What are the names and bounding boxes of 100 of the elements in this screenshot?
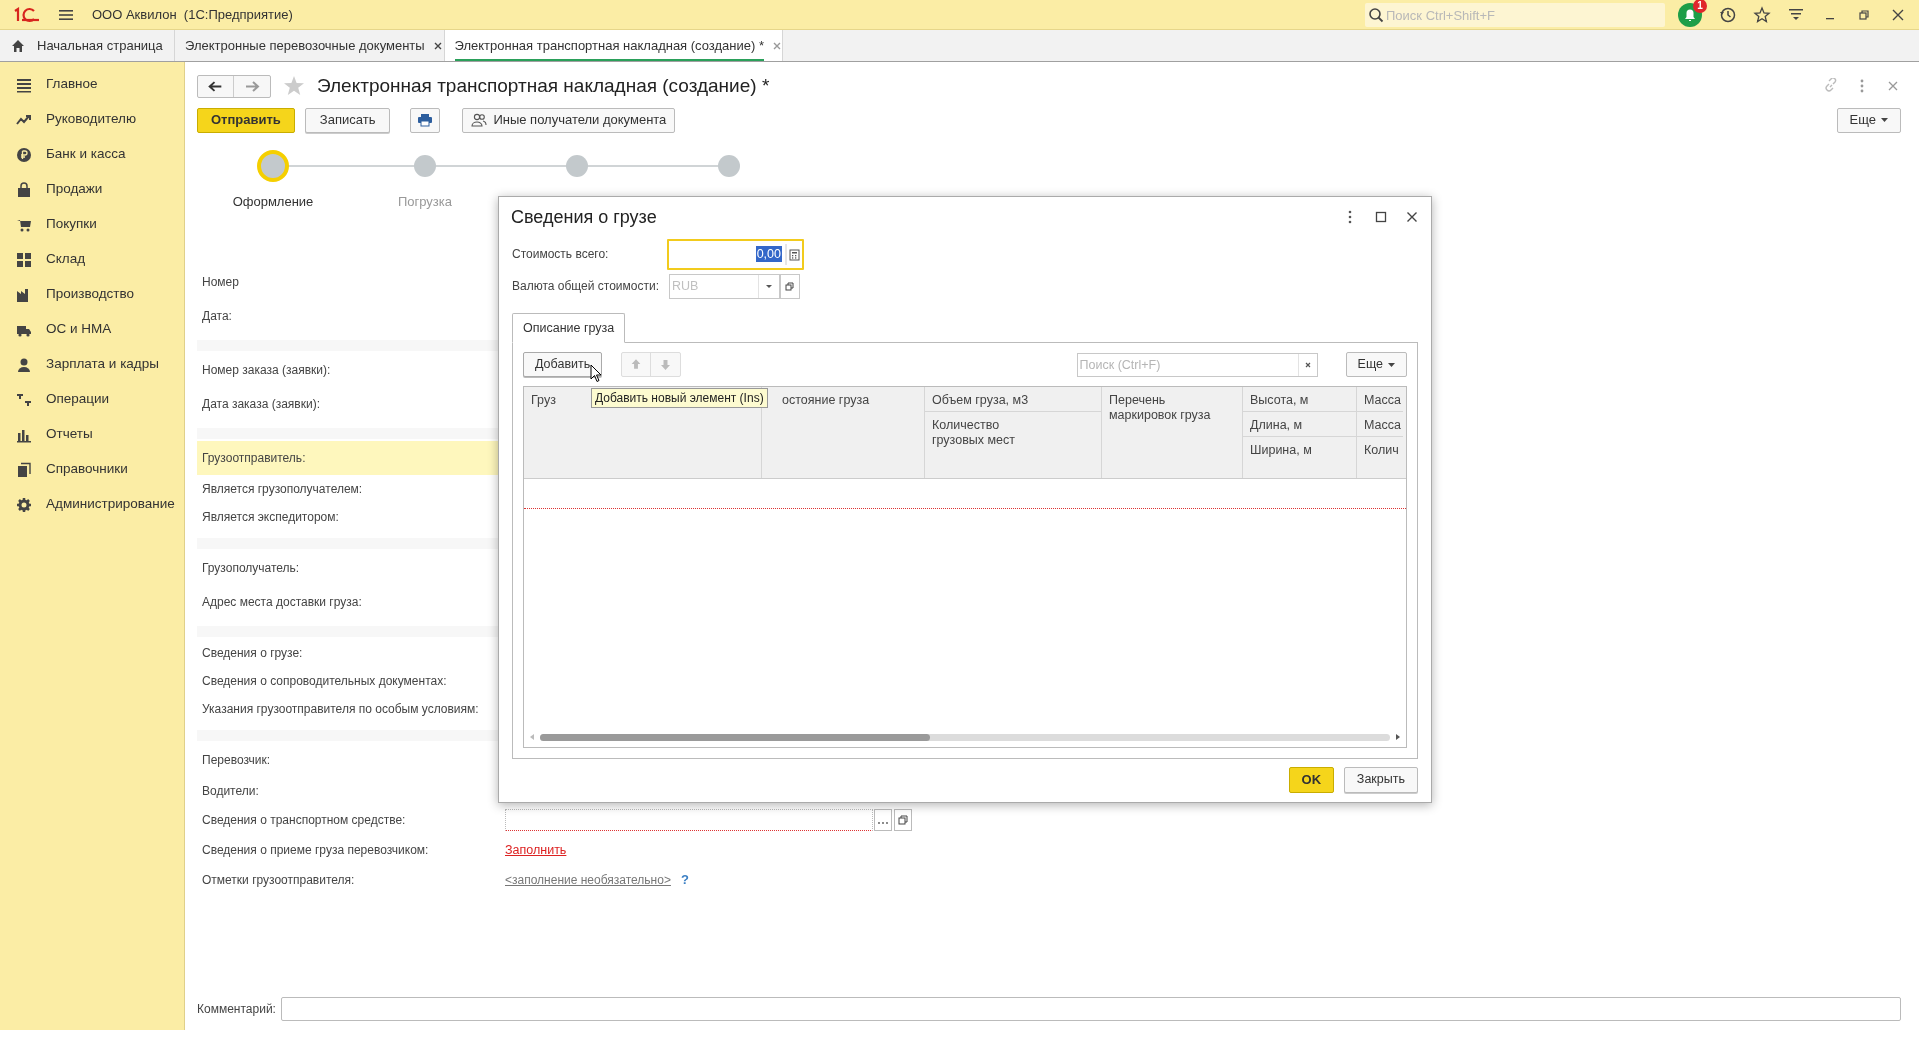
logo-icon[interactable]	[12, 6, 42, 23]
step-label: Оформление	[232, 193, 314, 211]
notification-badge: 1	[1693, 0, 1707, 13]
column-header[interactable]: остояние груза	[782, 393, 870, 408]
add-button[interactable]: Добавить	[523, 352, 603, 377]
fill-link[interactable]: Заполнить	[505, 840, 567, 860]
column-header[interactable]: Ширина, м	[1250, 443, 1312, 458]
sidebar-item[interactable]: Администрирование	[0, 487, 184, 522]
search-field[interactable]: Поиск (Ctrl+F)	[1076, 352, 1299, 377]
scroll-left-icon[interactable]	[528, 733, 536, 741]
scroll-right-icon[interactable]	[1394, 733, 1402, 741]
column-header[interactable]: Количество грузовых мест	[932, 418, 1047, 448]
column-header[interactable]: Масса	[1364, 418, 1401, 433]
more-button[interactable]: Еще	[1345, 352, 1407, 377]
maximize-icon[interactable]	[1375, 211, 1387, 223]
column-header[interactable]: Высота, м	[1250, 393, 1309, 408]
clear-icon[interactable]	[1297, 352, 1318, 377]
sidebar-item[interactable]: Продажи	[0, 172, 184, 207]
tab[interactable]: Описание груза	[512, 313, 626, 343]
field-label: Стоимость всего:	[512, 246, 610, 263]
bag-icon	[16, 181, 32, 198]
ellipsis-icon[interactable]	[874, 809, 892, 831]
column-header[interactable]: Длина, м	[1250, 418, 1303, 433]
column-header[interactable]: Перечень маркировок груза	[1109, 393, 1224, 423]
step-label: Погрузка	[397, 193, 453, 211]
close-button[interactable]: Закрыть	[1343, 766, 1418, 793]
scrollbar-thumb[interactable]	[540, 733, 930, 741]
sidebar-item[interactable]: Банк и касса	[0, 137, 184, 172]
field-label: Является экспедитором:	[201, 509, 340, 526]
column-header[interactable]: Колич	[1364, 443, 1399, 458]
scrollbar-track[interactable]	[540, 733, 1390, 741]
help-link[interactable]: ?	[680, 870, 689, 890]
input-field[interactable]	[505, 809, 873, 831]
field-label: Водители:	[201, 783, 260, 800]
sidebar-item[interactable]: Отчеты	[0, 417, 184, 452]
field-label: Указания грузоотправителя по особым условиям:	[201, 701, 480, 718]
sidebar-item[interactable]: Главное	[0, 67, 184, 102]
grid-icon	[16, 251, 32, 268]
optional-link[interactable]: <заполнение необязательно>	[505, 871, 671, 889]
dialog-title: Сведения о грузе	[511, 205, 657, 229]
field-label: Сведения о грузе:	[201, 645, 304, 662]
sidebar-item[interactable]: Производство	[0, 277, 184, 312]
star-icon[interactable]	[1753, 5, 1771, 24]
sidebar-item[interactable]: Руководителю	[0, 102, 184, 137]
field-label: Отметки грузоотправителя:	[201, 872, 356, 889]
search-field[interactable]: Поиск Ctrl+Shift+F	[1365, 3, 1665, 27]
cursor-icon	[590, 364, 602, 383]
recipients-button[interactable]: Иные получатели документа	[462, 107, 676, 133]
home-icon	[11, 38, 25, 53]
close-icon[interactable]	[1406, 211, 1418, 223]
tab[interactable]: Электронная транспортная накладная (создание) *	[445, 30, 783, 61]
more-button[interactable]: Еще	[1836, 107, 1901, 133]
sidebar-item[interactable]: Зарплата и кадры	[0, 347, 184, 382]
currency-field[interactable]: RUB	[669, 273, 759, 299]
history-icon[interactable]	[1719, 5, 1737, 24]
open-window-icon[interactable]	[894, 809, 912, 831]
tooltip: Добавить новый элемент (Ins)	[591, 388, 768, 408]
comment-field[interactable]	[280, 997, 1901, 1021]
books-icon	[16, 461, 32, 478]
sidebar-item[interactable]: Операции	[0, 382, 184, 417]
sidebar-item[interactable]: Склад	[0, 242, 184, 277]
ok-button[interactable]: OK	[1288, 766, 1334, 793]
column-header[interactable]: Груз	[531, 393, 556, 408]
send-button[interactable]: Отправить	[197, 107, 295, 133]
comment-label: Комментарий:	[197, 1001, 276, 1018]
open-window-icon[interactable]	[780, 273, 800, 299]
field-label: Валюта общей стоимости:	[512, 278, 660, 295]
field-label: Адрес места доставки груза:	[201, 594, 363, 611]
caret-icon	[1388, 362, 1395, 367]
link-icon[interactable]	[1823, 78, 1839, 94]
field-label: Номер заказа (заявки):	[201, 362, 332, 379]
gear-icon	[16, 496, 32, 513]
sidebar-item[interactable]: ОС и НМА	[0, 312, 184, 347]
search-icon	[1368, 6, 1384, 23]
field-label: Дата заказа (заявки):	[201, 396, 321, 413]
save-button[interactable]: Записать	[304, 107, 391, 133]
dropdown-icon[interactable]	[758, 273, 780, 299]
field-label: Дата:	[201, 308, 233, 325]
document-title: Электронная транспортная накладная (создание) *	[317, 73, 770, 98]
person-icon	[16, 356, 32, 373]
list-icon	[16, 76, 32, 93]
sidebar-item[interactable]: Покупки	[0, 207, 184, 242]
column-header[interactable]: Объем груза, м3	[932, 393, 1029, 408]
caret-icon	[1881, 118, 1888, 122]
field-label: Является грузополучателем:	[201, 481, 364, 498]
more-icon[interactable]	[1347, 209, 1353, 225]
field-label: Сведения о приеме груза перевозчиком:	[201, 842, 430, 859]
field-label: Сведения о транспортном средстве:	[201, 812, 407, 829]
people-icon	[471, 113, 488, 127]
close-icon[interactable]	[432, 40, 443, 51]
sidebar-item[interactable]: Справочники	[0, 452, 184, 487]
total-field[interactable]: 0,00	[667, 238, 804, 270]
column-header[interactable]: Масса	[1364, 393, 1401, 408]
field-label: Грузополучатель:	[201, 560, 301, 577]
field-label: Сведения о сопроводительных документах:	[201, 673, 448, 690]
print-button[interactable]	[410, 107, 441, 133]
star-icon[interactable]	[283, 75, 305, 97]
field-label: Грузоотправитель:	[201, 450, 307, 467]
coin-icon	[16, 146, 32, 163]
menu-icon[interactable]	[58, 7, 74, 22]
